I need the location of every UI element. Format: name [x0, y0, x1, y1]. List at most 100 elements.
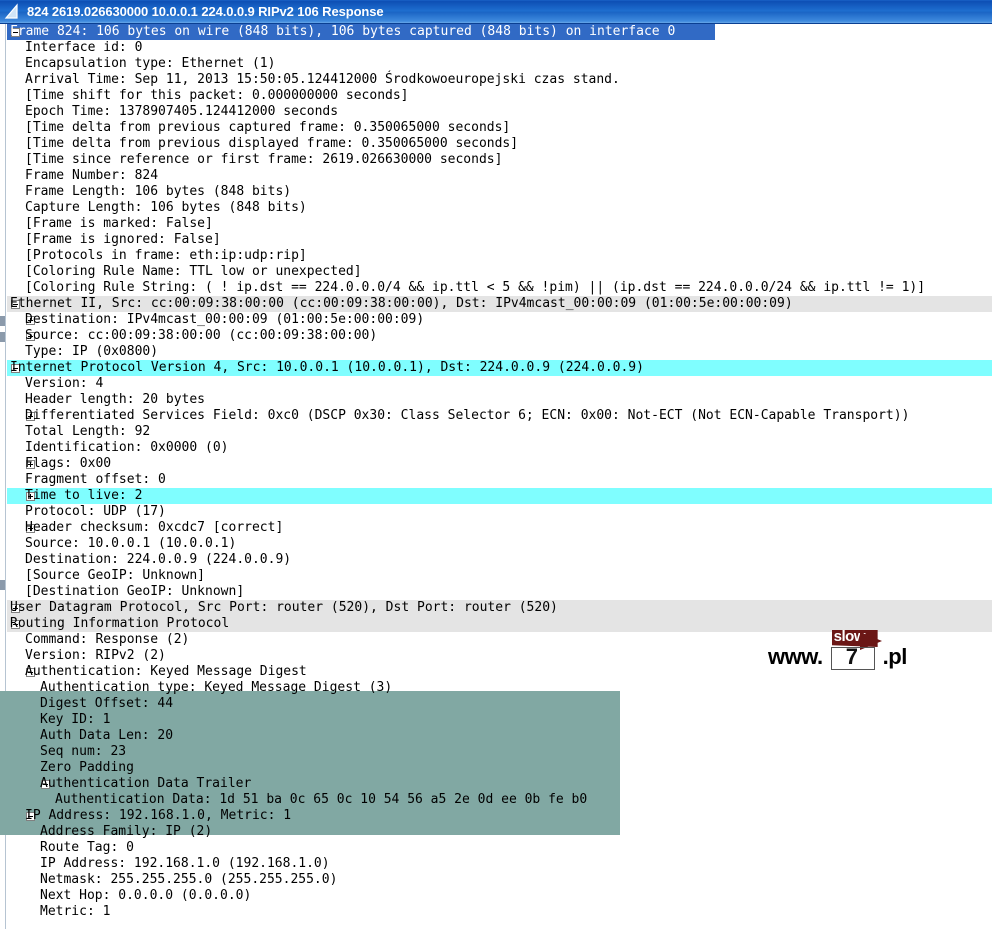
tree-row[interactable]: Interface id: 0: [7, 40, 992, 56]
tree-row-label: IP Address: 192.168.1.0, Metric: 1: [25, 808, 292, 823]
tree-row[interactable]: Next Hop: 0.0.0.0 (0.0.0.0): [7, 888, 992, 904]
tree-row-label: Metric: 1: [40, 904, 111, 919]
packet-details-pane[interactable]: www. slow 7 .pl Frame 824: 106 bytes on …: [0, 24, 992, 929]
tree-row[interactable]: Internet Protocol Version 4, Src: 10.0.0…: [7, 360, 992, 376]
tree-row-label: Command: Response (2): [25, 632, 190, 647]
tree-row[interactable]: Type: IP (0x0800): [7, 344, 992, 360]
tree-row-label: Time to live: 2: [25, 488, 143, 503]
protocol-tree[interactable]: Frame 824: 106 bytes on wire (848 bits),…: [7, 24, 992, 929]
tree-row-label: Auth Data Len: 20: [40, 728, 174, 743]
tree-row-label: Header checksum: 0xcdc7 [correct]: [25, 520, 284, 535]
tree-row[interactable]: Destination: 224.0.0.9 (224.0.0.9): [7, 552, 992, 568]
tree-row-label: User Datagram Protocol, Src Port: router…: [10, 600, 558, 615]
tree-row[interactable]: Authentication Data: 1d 51 ba 0c 65 0c 1…: [7, 792, 992, 808]
tree-row[interactable]: IP Address: 192.168.1.0 (192.168.1.0): [7, 856, 992, 872]
tree-row[interactable]: [Time since reference or first frame: 26…: [7, 152, 992, 168]
window-titlebar: 824 2619.026630000 10.0.0.1 224.0.0.9 RI…: [0, 0, 992, 24]
tree-row[interactable]: Zero Padding: [7, 760, 992, 776]
tree-row-label: Frame 824: 106 bytes on wire (848 bits),…: [10, 24, 676, 39]
tree-row[interactable]: Header checksum: 0xcdc7 [correct]: [7, 520, 992, 536]
tree-row-label: Source: 10.0.0.1 (10.0.0.1): [25, 536, 237, 551]
tree-row[interactable]: Ethernet II, Src: cc:00:09:38:00:00 (cc:…: [7, 296, 992, 312]
tree-row[interactable]: Header length: 20 bytes: [7, 392, 992, 408]
tree-row-label: Routing Information Protocol: [10, 616, 230, 631]
tree-row-label: [Frame is marked: False]: [25, 216, 213, 231]
scrollbar-thumb[interactable]: [0, 580, 5, 590]
tree-row-label: [Protocols in frame: eth:ip:udp:rip]: [25, 248, 307, 263]
tree-row[interactable]: Frame Length: 106 bytes (848 bits): [7, 184, 992, 200]
tree-row-label: Identification: 0x0000 (0): [25, 440, 229, 455]
tree-row[interactable]: Netmask: 255.255.255.0 (255.255.255.0): [7, 872, 992, 888]
tree-row[interactable]: [Source GeoIP: Unknown]: [7, 568, 992, 584]
tree-row[interactable]: Route Tag: 0: [7, 840, 992, 856]
tree-row[interactable]: Encapsulation type: Ethernet (1): [7, 56, 992, 72]
tree-row-label: [Coloring Rule Name: TTL low or unexpect…: [25, 264, 362, 279]
tree-row-label: Differentiated Services Field: 0xc0 (DSC…: [25, 408, 910, 423]
tree-row[interactable]: Fragment offset: 0: [7, 472, 992, 488]
tree-row[interactable]: [Protocols in frame: eth:ip:udp:rip]: [7, 248, 992, 264]
tree-row-label: Type: IP (0x0800): [25, 344, 159, 359]
tree-row-label: [Destination GeoIP: Unknown]: [25, 584, 245, 599]
tree-row[interactable]: Flags: 0x00: [7, 456, 992, 472]
tree-row-label: [Source GeoIP: Unknown]: [25, 568, 206, 583]
tree-row[interactable]: Version: 4: [7, 376, 992, 392]
tree-row[interactable]: Destination: IPv4mcast_00:00:09 (01:00:5…: [7, 312, 992, 328]
tree-row-label: [Coloring Rule String: ( ! ip.dst == 224…: [25, 280, 926, 295]
tree-row-label: Capture Length: 106 bytes (848 bits): [25, 200, 307, 215]
window-title: 824 2619.026630000 10.0.0.1 224.0.0.9 RI…: [27, 4, 384, 19]
tree-row[interactable]: Authentication Data Trailer: [7, 776, 992, 792]
tree-row[interactable]: Protocol: UDP (17): [7, 504, 992, 520]
tree-row[interactable]: Frame Number: 824: [7, 168, 992, 184]
scrollbar-thumb[interactable]: [0, 332, 5, 342]
tree-row[interactable]: Auth Data Len: 20: [7, 728, 992, 744]
tree-row[interactable]: Authentication type: Keyed Message Diges…: [7, 680, 992, 696]
watermark-prefix: www.: [768, 644, 823, 669]
tree-row-label: Header length: 20 bytes: [25, 392, 206, 407]
tree-row-label: Flags: 0x00: [25, 456, 112, 471]
tree-row[interactable]: [Time delta from previous captured frame…: [7, 120, 992, 136]
tree-row[interactable]: Frame 824: 106 bytes on wire (848 bits),…: [7, 24, 992, 40]
watermark-suffix: .pl: [882, 644, 908, 669]
tree-row[interactable]: Metric: 1: [7, 904, 992, 920]
tree-row[interactable]: [Destination GeoIP: Unknown]: [7, 584, 992, 600]
tree-row[interactable]: Arrival Time: Sep 11, 2013 15:50:05.1244…: [7, 72, 992, 88]
tree-row[interactable]: Source: cc:00:09:38:00:00 (cc:00:09:38:0…: [7, 328, 992, 344]
tree-row[interactable]: [Frame is marked: False]: [7, 216, 992, 232]
tree-row[interactable]: [Coloring Rule String: ( ! ip.dst == 224…: [7, 280, 992, 296]
tree-row-label: Arrival Time: Sep 11, 2013 15:50:05.1244…: [25, 72, 620, 87]
tree-row[interactable]: Identification: 0x0000 (0): [7, 440, 992, 456]
tree-row-label: Route Tag: 0: [40, 840, 134, 855]
tree-row-label: [Time delta from previous captured frame…: [25, 120, 511, 135]
tree-row-label: Version: 4: [25, 376, 104, 391]
tree-row[interactable]: Differentiated Services Field: 0xc0 (DSC…: [7, 408, 992, 424]
tree-row-label: Destination: IPv4mcast_00:00:09 (01:00:5…: [25, 312, 425, 327]
tree-row-label: Destination: 224.0.0.9 (224.0.0.9): [25, 552, 292, 567]
tree-row[interactable]: Epoch Time: 1378907405.124412000 seconds: [7, 104, 992, 120]
tree-row[interactable]: Capture Length: 106 bytes (848 bits): [7, 200, 992, 216]
tree-row[interactable]: Seq num: 23: [7, 744, 992, 760]
tree-row-label: Version: RIPv2 (2): [25, 648, 166, 663]
tree-row-label: [Time delta from previous displayed fram…: [25, 136, 519, 151]
tree-row-label: Zero Padding: [40, 760, 134, 775]
wireshark-shark-fin-icon: [4, 2, 22, 21]
site-watermark: www. slow 7 .pl: [768, 630, 907, 670]
tree-row[interactable]: [Frame is ignored: False]: [7, 232, 992, 248]
tree-row[interactable]: Key ID: 1: [7, 712, 992, 728]
tree-row-label: Frame Number: 824: [25, 168, 159, 183]
tree-row[interactable]: Digest Offset: 44: [7, 696, 992, 712]
scrollbar-thumb[interactable]: [0, 316, 5, 326]
tree-row[interactable]: Address Family: IP (2): [7, 824, 992, 840]
tree-row[interactable]: [Coloring Rule Name: TTL low or unexpect…: [7, 264, 992, 280]
tree-row[interactable]: [Time delta from previous displayed fram…: [7, 136, 992, 152]
tree-row-label: Encapsulation type: Ethernet (1): [25, 56, 276, 71]
tree-row-label: Ethernet II, Src: cc:00:09:38:00:00 (cc:…: [10, 296, 793, 311]
tree-row[interactable]: User Datagram Protocol, Src Port: router…: [7, 600, 992, 616]
tree-row[interactable]: Total Length: 92: [7, 424, 992, 440]
tree-row-label: Key ID: 1: [40, 712, 111, 727]
tree-row-label: Authentication: Keyed Message Digest: [25, 664, 307, 679]
tree-row[interactable]: Time to live: 2: [7, 488, 992, 504]
tree-row[interactable]: [Time shift for this packet: 0.000000000…: [7, 88, 992, 104]
tree-row[interactable]: IP Address: 192.168.1.0, Metric: 1: [7, 808, 992, 824]
tree-row-label: [Time shift for this packet: 0.000000000…: [25, 88, 409, 103]
tree-row[interactable]: Source: 10.0.0.1 (10.0.0.1): [7, 536, 992, 552]
